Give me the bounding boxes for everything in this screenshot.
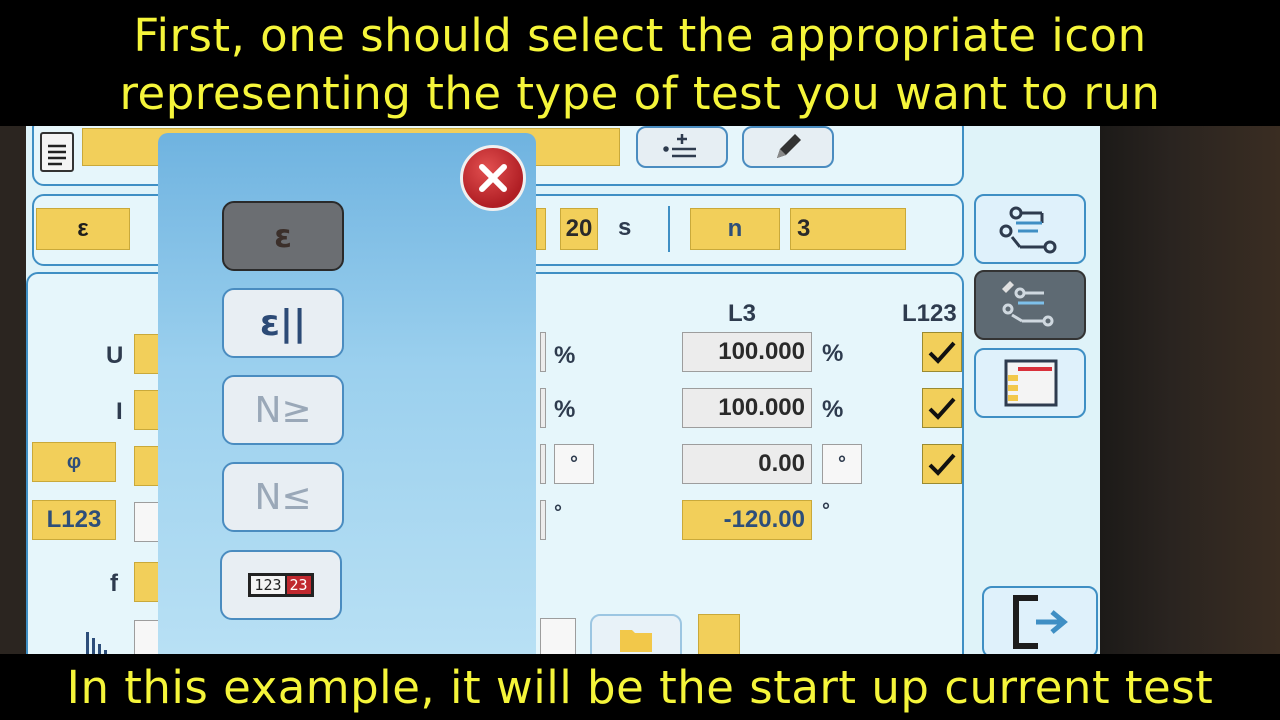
test-type-epsilon-parallel-button[interactable]: ε|| [222, 288, 344, 358]
epsilon-tab[interactable]: ε [36, 208, 130, 250]
sequence-button[interactable] [974, 194, 1086, 264]
edit-button[interactable] [742, 126, 834, 168]
harmonics-icon[interactable] [84, 624, 124, 654]
row-label-u: U [106, 342, 124, 369]
top-caption-line2: representing the type of test you want t… [119, 67, 1161, 120]
i-unit-l2: % [554, 396, 576, 423]
test-type-epsilon-button[interactable]: ε [222, 201, 344, 271]
l123-unit-l3: ° [822, 500, 830, 522]
checkmark-icon [928, 341, 956, 364]
i-l123-checkbox[interactable] [922, 388, 962, 428]
row-label-i: I [116, 398, 123, 425]
u-value-l3[interactable]: 100.000 [682, 332, 812, 372]
separator [668, 206, 670, 252]
bottom-caption: In this example, it will be the start up… [66, 661, 1214, 714]
phi-unit-l3: ° [838, 452, 846, 475]
close-button[interactable] [460, 145, 526, 211]
table-view-button[interactable] [974, 348, 1086, 418]
device-bezel-left [0, 126, 26, 654]
phi-l123-checkbox[interactable] [922, 444, 962, 484]
u-l123-checkbox[interactable] [922, 332, 962, 372]
folder-button[interactable] [590, 614, 682, 654]
test-type-counter-button[interactable]: 123 23 [220, 550, 342, 620]
counter-digits-main: 123 [251, 576, 285, 594]
l123-input-l2-edge [540, 500, 546, 540]
epsilon-icon: ε [274, 217, 292, 255]
sequence-edit-icon [1002, 281, 1054, 327]
folder-icon [620, 630, 652, 652]
document-icon[interactable] [40, 132, 74, 172]
pencil-icon [777, 134, 801, 158]
phi-unit-l3-box[interactable]: ° [822, 444, 862, 484]
phi-value-l3[interactable]: 0.00 [682, 444, 812, 484]
row-label-l123[interactable]: L123 [32, 500, 116, 540]
device-bezel-right [1100, 126, 1280, 654]
column-header-l3: L3 [728, 300, 757, 327]
bottom-field-a[interactable] [540, 618, 576, 654]
i-input-l2-edge [540, 388, 546, 428]
sequence-flow-icon [999, 206, 1057, 254]
top-caption-line1: First, one should select the appropriate… [133, 9, 1147, 62]
epsilon-parallel-icon: ε|| [259, 302, 307, 344]
phi-unit-l2: ° [570, 452, 578, 475]
close-icon [479, 164, 507, 192]
time-field-left [536, 208, 546, 250]
n-greater-equal-icon: N≥ [254, 389, 312, 431]
table-view-icon [1004, 359, 1058, 407]
row-label-f: f [110, 570, 118, 597]
n-value[interactable]: 3 [790, 208, 906, 250]
i-value-l3[interactable]: 100.000 [682, 388, 812, 428]
l123-unit-l2: ° [554, 502, 562, 524]
time-unit: s [618, 214, 632, 241]
u-unit-l3: % [822, 340, 844, 367]
exit-button[interactable] [982, 586, 1098, 654]
l123-value-l3[interactable]: -120.00 [682, 500, 812, 540]
counter-icon: 123 23 [248, 573, 314, 597]
column-header-l123: L123 [902, 300, 957, 327]
test-type-n-greater-equal-button[interactable]: N≥ [222, 375, 344, 445]
test-type-n-less-equal-button[interactable]: N≤ [222, 462, 344, 532]
plus-minus-list-icon [663, 134, 696, 158]
phi-unit-l2-box[interactable]: ° [554, 444, 594, 484]
top-caption: First, one should select the appropriate… [0, 7, 1280, 123]
row-label-phi[interactable]: φ [32, 442, 116, 482]
n-label: n [690, 208, 780, 250]
u-input-l2-edge [540, 332, 546, 372]
checkmark-icon [928, 453, 956, 476]
time-value[interactable]: 20 [560, 208, 598, 250]
n-less-equal-icon: N≤ [254, 476, 312, 518]
checkmark-icon [928, 397, 956, 420]
sequence-edit-button[interactable] [974, 270, 1086, 340]
bottom-field-b[interactable] [698, 614, 740, 654]
u-unit-l2: % [554, 342, 576, 369]
test-type-popup [158, 133, 536, 654]
counter-digits-red: 23 [286, 576, 311, 594]
i-unit-l3: % [822, 396, 844, 423]
phi-input-l2-edge [540, 444, 546, 484]
exit-icon [1013, 595, 1068, 649]
add-step-button[interactable] [636, 126, 728, 168]
